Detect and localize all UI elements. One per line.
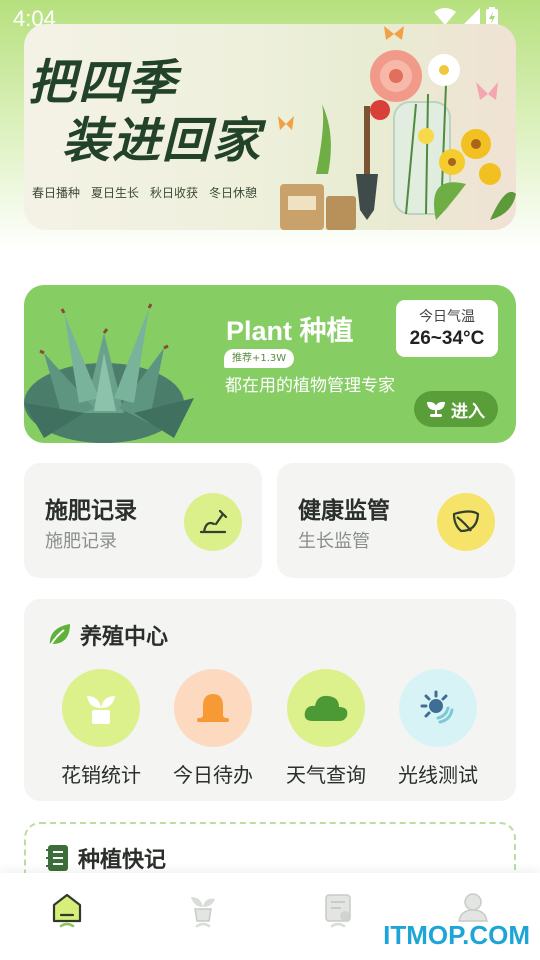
banner-subtitles: 春日播种 夏日生长 秋日收获 冬日休憩 bbox=[32, 184, 257, 201]
center-item-label: 天气查询 bbox=[286, 763, 366, 787]
watermark: ITMOP.COM bbox=[383, 920, 530, 950]
breeding-center-card: 养殖中心 花销统计 今日待办 天气查询 光线测试 bbox=[24, 599, 516, 801]
plant-icon bbox=[191, 897, 215, 928]
notes-icon bbox=[325, 894, 351, 928]
promo-banner[interactable]: 把四季 装进回家 春日播种 夏日生长 秋日收获 冬日休憩 bbox=[24, 24, 516, 230]
plant-feature-card[interactable]: Plant 种植 推荐+1.3W 都在用的植物管理专家 今日气温 26~34°C… bbox=[24, 285, 516, 443]
shovel-icon bbox=[184, 493, 242, 551]
succulent-image bbox=[24, 303, 194, 443]
garden-illustration bbox=[278, 26, 516, 230]
plant-pot-icon bbox=[62, 669, 140, 747]
weather-query-button[interactable]: 天气查询 bbox=[276, 669, 376, 788]
quick-notes-header: 种植快记 bbox=[46, 842, 166, 874]
center-item-label: 花销统计 bbox=[61, 763, 141, 787]
record-title: 施肥记录 bbox=[45, 498, 137, 524]
record-subtitle: 生长监管 bbox=[298, 531, 370, 552]
notebook-icon bbox=[46, 845, 68, 871]
home-icon bbox=[52, 893, 82, 928]
green-leaf-icon bbox=[49, 624, 70, 647]
leaf-icon bbox=[437, 493, 495, 551]
plant-card-title: Plant 种植 bbox=[226, 316, 354, 346]
record-title: 健康监管 bbox=[298, 498, 390, 524]
banner-title-line2: 装进回家 bbox=[62, 113, 263, 169]
center-item-label: 今日待办 bbox=[173, 763, 253, 787]
banner-subtitle: 冬日休憩 bbox=[209, 186, 258, 200]
record-subtitle: 施肥记录 bbox=[45, 531, 117, 552]
expense-stats-button[interactable]: 花销统计 bbox=[51, 669, 151, 788]
bell-icon bbox=[174, 669, 252, 747]
sprout-icon bbox=[427, 401, 445, 417]
recommend-badge: 推荐+1.3W bbox=[224, 349, 295, 368]
fertilize-record-card[interactable]: 施肥记录 施肥记录 bbox=[24, 463, 262, 578]
todo-today-button[interactable]: 今日待办 bbox=[163, 669, 263, 788]
nav-plants[interactable] bbox=[173, 891, 233, 951]
banner-subtitle: 春日播种 bbox=[32, 186, 81, 200]
banner-subtitle: 夏日生长 bbox=[91, 186, 140, 200]
banner-title-line1: 把四季 bbox=[28, 55, 179, 111]
center-item-label: 光线测试 bbox=[398, 763, 478, 787]
temperature-value: 26~34°C bbox=[409, 328, 485, 349]
temperature-box: 今日气温 26~34°C bbox=[396, 300, 498, 357]
banner-title: 把四季 装进回家 bbox=[28, 54, 288, 170]
plant-card-description: 都在用的植物管理专家 bbox=[225, 376, 395, 396]
cloud-icon bbox=[287, 669, 365, 747]
light-test-button[interactable]: 光线测试 bbox=[388, 669, 488, 788]
breeding-center-title: 养殖中心 bbox=[80, 625, 169, 650]
breeding-center-header: 养殖中心 bbox=[46, 619, 168, 651]
quick-notes-title: 种植快记 bbox=[78, 848, 167, 873]
nav-home[interactable] bbox=[37, 891, 97, 951]
enter-button-label: 进入 bbox=[451, 401, 485, 422]
health-monitor-card[interactable]: 健康监管 生长监管 bbox=[277, 463, 515, 578]
banner-subtitle: 秋日收获 bbox=[150, 186, 199, 200]
temperature-label: 今日气温 bbox=[419, 309, 475, 325]
enter-button[interactable]: 进入 bbox=[414, 391, 498, 427]
nav-records[interactable] bbox=[308, 891, 368, 951]
sun-icon bbox=[399, 669, 477, 747]
